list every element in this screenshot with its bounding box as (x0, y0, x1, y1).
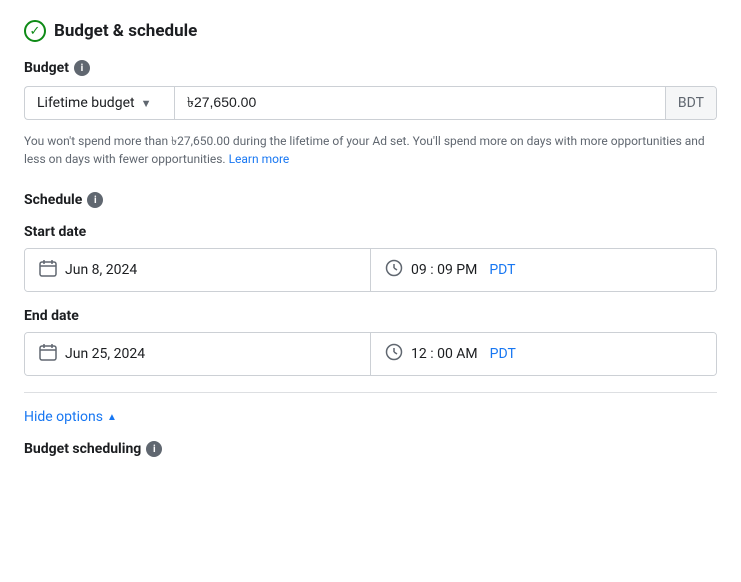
end-date-value: Jun 25, 2024 (65, 346, 145, 362)
section-title: Budget & schedule (54, 21, 197, 41)
calendar-icon (39, 259, 57, 281)
start-date-field[interactable]: Jun 8, 2024 (25, 249, 371, 291)
schedule-section: Schedule i Start date Jun 8, 2024 (24, 188, 717, 376)
end-date-group: End date Jun 25, 2024 (24, 308, 717, 376)
start-date-group: Start date Jun 8, 2024 (24, 224, 717, 292)
start-time-field[interactable]: 09 : 09 PM PDT (371, 249, 716, 291)
budget-amount-wrapper: BDT (174, 86, 717, 120)
schedule-label: Schedule i (24, 192, 717, 208)
budget-note: You won't spend more than ৳27,650.00 dur… (24, 132, 717, 168)
end-time-value: 12 : 00 AM (411, 346, 478, 362)
end-clock-icon (385, 343, 403, 365)
start-date-time-row: Jun 8, 2024 09 : 09 PM PDT (24, 248, 717, 292)
schedule-info-icon[interactable]: i (87, 192, 103, 208)
end-date-label: End date (24, 308, 717, 324)
hide-options-link[interactable]: Hide options ▲ (24, 409, 717, 425)
section-header: ✓ Budget & schedule (24, 20, 717, 42)
check-icon: ✓ (24, 20, 46, 42)
budget-type-select[interactable]: Lifetime budget ▼ (24, 86, 174, 120)
start-date-label: Start date (24, 224, 717, 240)
start-date-value: Jun 8, 2024 (65, 262, 137, 278)
budget-info-icon[interactable]: i (74, 60, 90, 76)
end-date-field[interactable]: Jun 25, 2024 (25, 333, 371, 375)
budget-label: Budget i (24, 60, 717, 76)
end-calendar-icon (39, 343, 57, 365)
clock-icon (385, 259, 403, 281)
budget-type-label: Lifetime budget (37, 95, 135, 111)
currency-label: BDT (665, 87, 716, 119)
arrow-up-icon: ▲ (107, 412, 117, 423)
budget-scheduling-info-icon[interactable]: i (146, 441, 162, 457)
dropdown-arrow-icon: ▼ (141, 97, 152, 110)
end-timezone: PDT (490, 346, 516, 362)
start-timezone: PDT (489, 262, 515, 278)
separator (24, 392, 717, 393)
start-time-value: 09 : 09 PM (411, 262, 477, 278)
end-date-time-row: Jun 25, 2024 12 : 00 AM PDT (24, 332, 717, 376)
budget-scheduling-label: Budget scheduling i (24, 441, 717, 457)
budget-row: Lifetime budget ▼ BDT (24, 86, 717, 120)
end-time-field[interactable]: 12 : 00 AM PDT (371, 333, 716, 375)
learn-more-link[interactable]: Learn more (229, 152, 290, 166)
budget-amount-input[interactable] (175, 87, 665, 119)
